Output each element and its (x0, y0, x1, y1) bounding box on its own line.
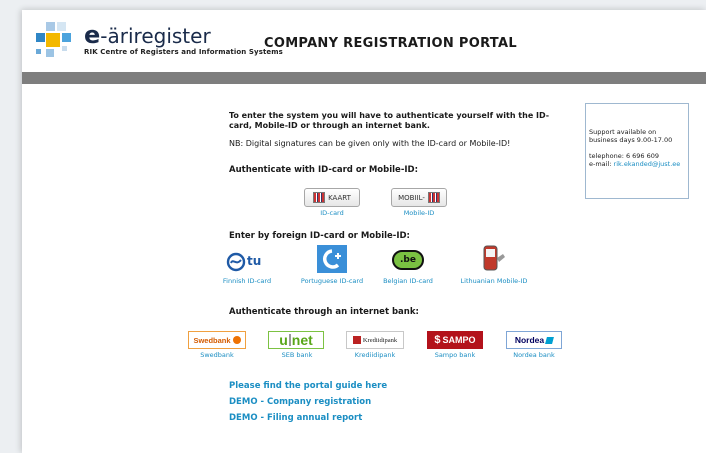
belgian-id-logo-text: .be (400, 255, 416, 265)
support-box: Support available on business days 9.00-… (585, 103, 689, 199)
krediidipank-flag-icon (352, 336, 361, 344)
logo-name: -äriregister (100, 24, 211, 48)
section-foreign-title: Enter by foreign ID-card or Mobile-ID: (229, 231, 410, 241)
sampo-logo-text: SAMPO (442, 335, 476, 345)
header: e-äriregister RIK Centre of Registers an… (22, 10, 706, 72)
sampo-logo[interactable]: $ SAMPO (427, 331, 483, 349)
support-email-link[interactable]: rik.ekanded@just.ee (614, 160, 681, 168)
nordea-caption[interactable]: Nordea bank (499, 351, 569, 359)
swedbank-logo[interactable]: Swedbank (188, 331, 246, 349)
portuguese-id-icon (323, 249, 341, 269)
logo-squares-icon (36, 22, 76, 58)
lithuanian-mobile-id-logo[interactable] (478, 244, 508, 274)
support-hours-line2: business days 9.00-17.00 (589, 136, 673, 144)
idcard-caption[interactable]: ID-card (304, 209, 360, 217)
belgian-id-caption[interactable]: Belgian ID-card (368, 277, 448, 285)
mobile-id-caption[interactable]: Mobile-ID (391, 209, 447, 217)
seb-caption[interactable]: SEB bank (262, 351, 332, 359)
support-hours-line1: Support available on (589, 128, 657, 136)
demo-company-registration-link[interactable]: DEMO - Company registration (229, 397, 371, 407)
portuguese-id-logo[interactable] (317, 245, 347, 273)
swedbank-logo-text: Swedbank (193, 335, 231, 345)
logo-wordmark[interactable]: e-äriregister (84, 21, 211, 49)
mobile-id-button[interactable]: MOBIIL- (391, 188, 447, 207)
logo-e: e (84, 21, 101, 49)
belgian-id-badge: .be (392, 250, 424, 270)
support-email-row: e-mail: rik.ekanded@just.ee (589, 160, 685, 168)
section-idcard-title: Authenticate with ID-card or Mobile-ID: (229, 165, 418, 175)
demo-filing-annual-report-link[interactable]: DEMO - Filing annual report (229, 413, 362, 423)
page: e-äriregister RIK Centre of Registers an… (22, 10, 706, 453)
seb-logo-net: net (291, 332, 313, 348)
section-bank-title: Authenticate through an internet bank: (229, 307, 419, 317)
intro-text: To enter the system you will have to aut… (229, 111, 550, 130)
finnish-id-caption[interactable]: Finnish ID-card (209, 277, 285, 285)
belgian-id-logo[interactable]: .be (392, 247, 428, 273)
nordea-logo[interactable]: Nordea (506, 331, 562, 349)
finnish-id-logo[interactable]: tu (225, 250, 271, 274)
support-phone: telephone: 6 696 609 (589, 152, 660, 160)
krediidipank-logo-text: Krediidipank (362, 336, 398, 344)
nordea-logo-text: Nordea (514, 335, 545, 345)
portal-title: COMPANY REGISTRATION PORTAL (264, 36, 517, 51)
support-email-label: e-mail: (589, 160, 614, 168)
nordea-sail-icon (545, 336, 555, 344)
idcard-button-label: KAART (328, 193, 351, 202)
seb-unet-logo[interactable]: u net (268, 331, 324, 349)
seb-logo-divider (288, 334, 291, 346)
nb-note: NB: Digital signatures can be given only… (229, 139, 511, 148)
lithuanian-mobile-id-caption[interactable]: Lithuanian Mobile-ID (448, 277, 540, 285)
header-divider-bar (22, 72, 706, 84)
mobile-id-button-label: MOBIIL- (398, 193, 425, 202)
logo-subtitle: RIK Centre of Registers and Information … (84, 48, 283, 56)
swedbank-oak-icon (232, 336, 241, 344)
chip-icon (427, 192, 440, 203)
portal-guide-link[interactable]: Please find the portal guide here (229, 381, 387, 391)
sampo-caption[interactable]: Sampo bank (420, 351, 490, 359)
main-content: To enter the system you will have to aut… (22, 84, 706, 453)
idcard-button[interactable]: KAART (304, 188, 360, 207)
seb-logo-u: u (279, 332, 288, 348)
krediidipank-logo[interactable]: Krediidipank (346, 331, 404, 349)
mobile-phone-icon (483, 245, 505, 271)
chip-icon (313, 192, 326, 203)
krediidipank-caption[interactable]: Krediidipank (340, 351, 410, 359)
sampo-s-icon: $ (434, 334, 441, 346)
swedbank-caption[interactable]: Swedbank (182, 351, 252, 359)
finnish-id-logo-text: tu (247, 254, 262, 268)
portuguese-id-caption[interactable]: Portuguese ID-card (292, 277, 372, 285)
